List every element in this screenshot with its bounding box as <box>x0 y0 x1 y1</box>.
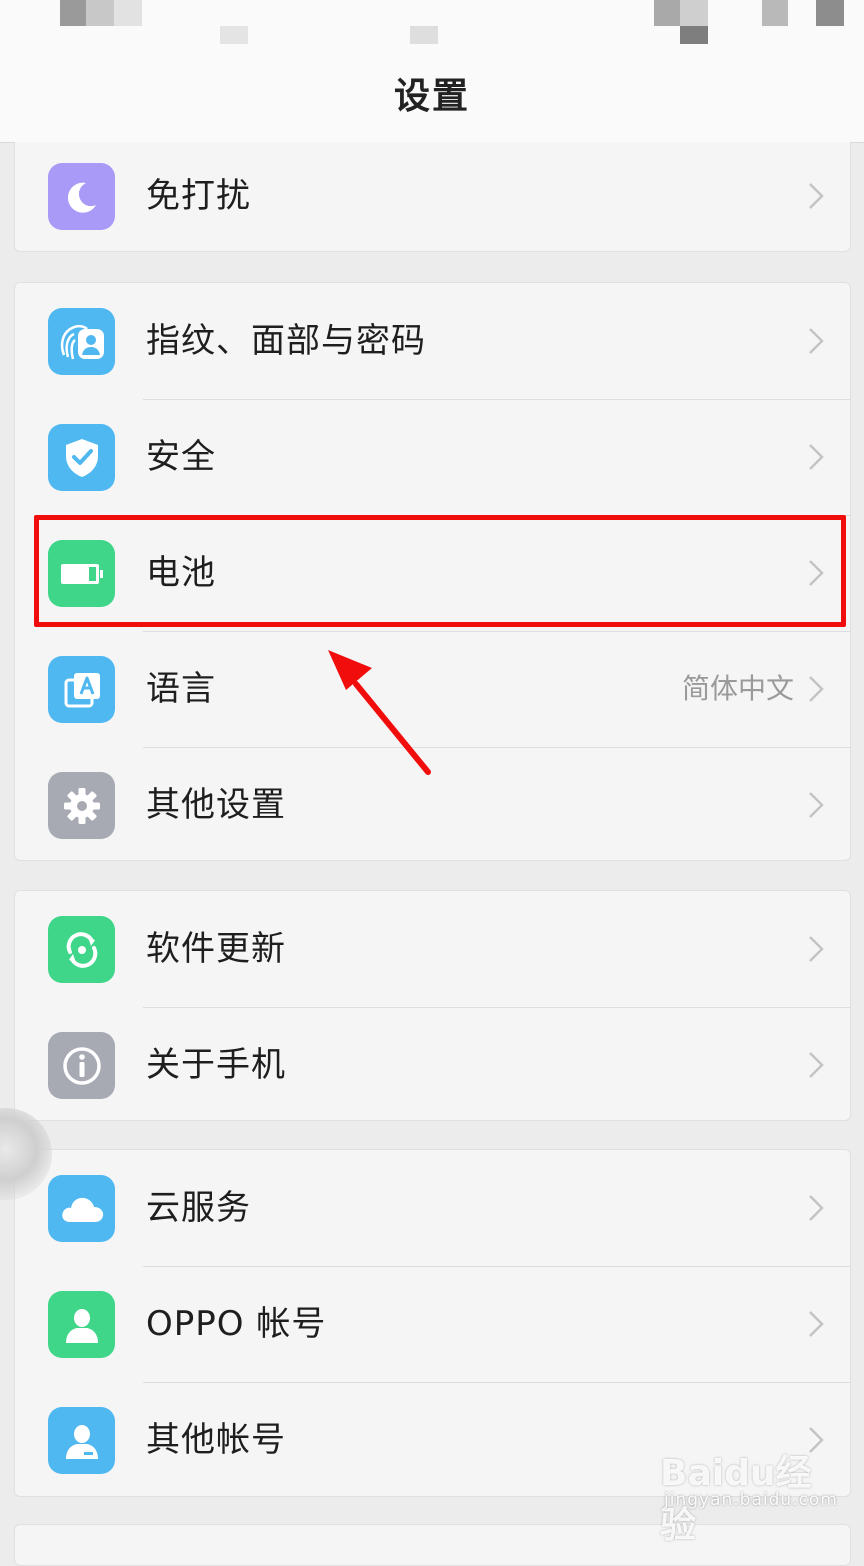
settings-item-label: OPPO 帐号 <box>146 1304 327 1344</box>
highlight-box <box>34 515 846 627</box>
chevron-right-icon <box>809 676 824 702</box>
settings-item-cloud-service[interactable]: 云服务 <box>15 1150 850 1266</box>
status-bar-obscured <box>762 0 788 26</box>
chevron-right-icon <box>809 936 824 962</box>
status-bar-obscured <box>410 26 438 44</box>
settings-item-label: 关于手机 <box>146 1045 286 1085</box>
status-bar-obscured <box>60 0 86 26</box>
settings-group-3: 软件更新 关于手机 <box>14 890 851 1121</box>
chevron-right-icon <box>809 328 824 354</box>
chevron-right-icon <box>809 1195 824 1221</box>
cloud-icon <box>48 1175 115 1242</box>
shield-check-icon <box>48 424 115 491</box>
settings-item-about-phone[interactable]: 关于手机 <box>15 1007 850 1120</box>
page-title: 设置 <box>393 76 470 117</box>
settings-item-label: 其他设置 <box>146 785 286 825</box>
settings-item-fingerprint-face-password[interactable]: 指纹、面部与密码 <box>15 283 850 399</box>
settings-group-1: 免打扰 <box>14 142 851 252</box>
chevron-right-icon <box>809 792 824 818</box>
fingerprint-face-icon <box>48 308 115 375</box>
settings-item-label: 免打扰 <box>146 176 251 216</box>
status-bar-obscured <box>680 0 708 26</box>
update-icon <box>48 916 115 983</box>
settings-item-value: 简体中文 <box>681 672 794 705</box>
language-icon <box>48 656 115 723</box>
settings-item-label: 指纹、面部与密码 <box>146 321 426 361</box>
settings-item-label: 安全 <box>146 437 216 477</box>
settings-item-software-update[interactable]: 软件更新 <box>15 891 850 1007</box>
settings-item-label: 语言 <box>146 669 216 709</box>
watermark-sub: jingyan.baidu.com <box>664 1490 838 1510</box>
user-icon <box>48 1407 115 1474</box>
status-bar <box>0 0 864 48</box>
settings-item-oppo-account[interactable]: OPPO 帐号 <box>15 1266 850 1382</box>
status-bar-obscured <box>816 0 844 26</box>
gear-icon <box>48 772 115 839</box>
user-icon <box>48 1291 115 1358</box>
chevron-right-icon <box>809 444 824 470</box>
settings-item-security[interactable]: 安全 <box>15 399 850 515</box>
title-bar: 设置 <box>0 48 864 143</box>
status-bar-obscured <box>654 0 680 26</box>
status-bar-obscured <box>680 26 708 44</box>
chevron-right-icon <box>809 1311 824 1337</box>
status-bar-obscured <box>86 0 114 26</box>
settings-item-label: 云服务 <box>146 1188 251 1228</box>
settings-item-do-not-disturb[interactable]: 免打扰 <box>15 142 850 251</box>
red-arrow-icon <box>328 650 431 775</box>
watermark: Baidu经验 jingyan.baidu.com <box>660 1440 837 1546</box>
chevron-right-icon <box>809 1052 824 1078</box>
status-bar-obscured <box>114 0 142 26</box>
settings-item-label: 其他帐号 <box>146 1420 286 1460</box>
moon-icon <box>48 163 115 230</box>
chevron-right-icon <box>809 183 824 209</box>
status-bar-obscured <box>220 26 248 44</box>
settings-item-label: 软件更新 <box>146 929 286 969</box>
info-icon <box>48 1032 115 1099</box>
